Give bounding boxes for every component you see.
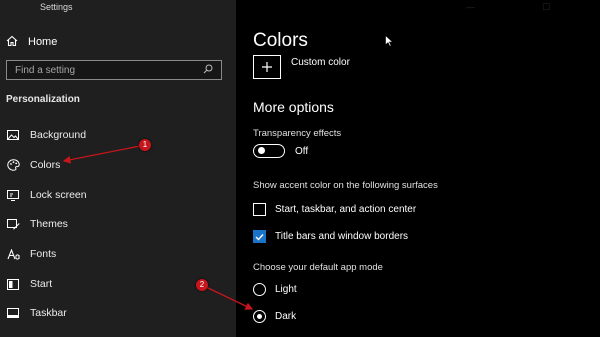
sidebar-item-colors[interactable]: Colors bbox=[6, 156, 60, 174]
monitor-icon bbox=[6, 188, 20, 202]
home-label: Home bbox=[28, 36, 58, 48]
sidebar-item-label: Taskbar bbox=[30, 307, 67, 319]
radio-label: Light bbox=[275, 284, 297, 295]
sidebar-item-themes[interactable]: Themes bbox=[6, 215, 68, 233]
radio-button[interactable] bbox=[253, 310, 266, 323]
nav-home[interactable]: Home bbox=[6, 33, 57, 51]
annotation-marker-1: 1 bbox=[139, 139, 151, 151]
sidebar-item-background[interactable]: Background bbox=[6, 126, 86, 144]
sidebar-item-label: Start bbox=[30, 278, 53, 290]
sidebar-item-label: Background bbox=[30, 129, 87, 141]
section-label: Personalization bbox=[6, 94, 80, 105]
search-input[interactable] bbox=[15, 64, 185, 76]
app-mode-label: Choose your default app mode bbox=[253, 262, 383, 273]
window-title: Settings bbox=[40, 2, 73, 12]
radio-light[interactable]: Light bbox=[253, 283, 297, 296]
sidebar-item-label: Fonts bbox=[30, 248, 57, 260]
transparency-state: Off bbox=[295, 145, 309, 157]
radio-button[interactable] bbox=[253, 283, 266, 296]
sidebar-item-taskbar[interactable]: Taskbar bbox=[6, 304, 67, 322]
mouse-cursor-icon bbox=[385, 34, 394, 52]
home-icon bbox=[6, 35, 18, 50]
more-options-heading: More options bbox=[253, 99, 334, 115]
accent-surfaces-label: Show accent color on the following surfa… bbox=[253, 180, 438, 191]
palette-icon bbox=[6, 158, 20, 172]
transparency-label: Transparency effects bbox=[253, 128, 342, 139]
custom-color-button[interactable]: Custom color bbox=[253, 55, 350, 79]
search-box[interactable] bbox=[6, 60, 222, 80]
sidebar-item-label: Themes bbox=[30, 218, 68, 230]
plus-icon bbox=[253, 55, 281, 79]
taskbar-icon bbox=[6, 306, 20, 320]
checkbox[interactable] bbox=[253, 203, 266, 216]
annotation-marker-2: 2 bbox=[196, 279, 208, 291]
sidebar-item-label: Lock screen bbox=[30, 189, 87, 201]
radio-dark[interactable]: Dark bbox=[253, 310, 296, 323]
checkbox-label: Title bars and window borders bbox=[275, 231, 409, 242]
sidebar-item-label: Colors bbox=[30, 159, 61, 171]
brush-icon bbox=[6, 217, 20, 231]
checkbox-label: Start, taskbar, and action center bbox=[275, 204, 417, 215]
sidebar-item-start[interactable]: Start bbox=[6, 275, 52, 293]
transparency-toggle[interactable]: Off bbox=[253, 144, 308, 158]
minimize-icon[interactable]: — bbox=[466, 2, 475, 12]
page-title: Colors bbox=[253, 30, 308, 51]
fonts-icon bbox=[6, 247, 20, 261]
radio-label: Dark bbox=[275, 311, 297, 322]
checkbox[interactable] bbox=[253, 230, 266, 243]
sidebar-item-lock-screen[interactable]: Lock screen bbox=[6, 186, 87, 204]
checkmark-icon bbox=[255, 233, 264, 241]
start-icon bbox=[6, 277, 20, 291]
radio-dot bbox=[256, 313, 262, 319]
checkbox-title-bars[interactable]: Title bars and window borders bbox=[253, 230, 408, 243]
sidebar-item-fonts[interactable]: Fonts bbox=[6, 245, 56, 263]
custom-color-label: Custom color bbox=[291, 57, 350, 68]
image-icon bbox=[6, 128, 20, 142]
toggle-track[interactable] bbox=[253, 144, 285, 158]
search-icon[interactable] bbox=[203, 61, 213, 79]
toggle-knob bbox=[258, 147, 265, 154]
maximize-icon[interactable]: ☐ bbox=[542, 2, 550, 13]
main-panel: — ☐ Colors Custom color More options Tra… bbox=[236, 0, 600, 337]
checkbox-start-taskbar[interactable]: Start, taskbar, and action center bbox=[253, 203, 416, 216]
